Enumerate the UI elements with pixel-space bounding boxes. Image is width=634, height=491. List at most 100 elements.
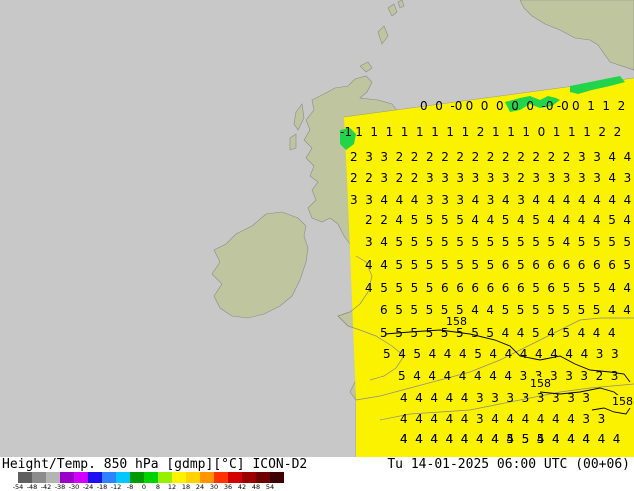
temp-value: 6 [441, 281, 449, 295]
temp-value: 3 [611, 347, 619, 361]
temp-value: 3 [562, 171, 571, 185]
temp-value: 4 [489, 347, 498, 361]
temp-value: 2 [476, 125, 485, 139]
temp-value: 5 [593, 281, 601, 295]
temp-value: 4 [471, 213, 480, 227]
temp-value: 4 [623, 150, 632, 164]
color-swatch [228, 472, 242, 483]
temp-value: 4 [415, 412, 423, 426]
temp-value: 4 [400, 391, 408, 405]
temp-value: 5 [410, 326, 419, 340]
temp-value: 4 [519, 347, 528, 361]
color-swatch [214, 472, 228, 483]
temp-value: 1 [492, 125, 500, 139]
temp-value: 5 [410, 235, 419, 249]
temp-value: 3 [380, 171, 389, 185]
temp-value: 2 [426, 150, 434, 164]
color-swatch [186, 472, 200, 483]
temp-value: 3 [567, 391, 575, 405]
temp-value: -1 [340, 125, 352, 139]
temp-value: 4 [536, 412, 545, 426]
temp-value: 5 [623, 258, 632, 272]
temp-value: 5 [395, 326, 403, 340]
temp-value: 3 [582, 391, 591, 405]
temp-value: 2 [471, 150, 480, 164]
temp-value: 3 [350, 193, 358, 207]
temp-value: 5 [474, 347, 482, 361]
temp-value: 2 [517, 171, 525, 185]
temp-value: 2 [613, 125, 622, 139]
temp-value: 5 [608, 235, 616, 249]
temp-value: 5 [380, 281, 388, 295]
temp-value: 3 [486, 171, 495, 185]
temp-value: 4 [608, 326, 616, 340]
temp-value: 5 [532, 326, 540, 340]
temp-value: 5 [425, 281, 434, 295]
temp-value: 5 [471, 258, 480, 272]
temp-value: 1 [385, 125, 394, 139]
temp-value: 2 [410, 171, 419, 185]
color-swatch [172, 472, 186, 483]
temp-value: 6 [593, 258, 601, 272]
temp-value: 6 [547, 281, 556, 295]
temp-value: 4 [577, 326, 586, 340]
temp-value: 4 [597, 432, 606, 446]
temp-value: 5 [471, 326, 479, 340]
temp-value: 4 [565, 347, 574, 361]
temp-value: 2 [395, 171, 404, 185]
temp-value: 2 [617, 99, 626, 113]
temp-value: 4 [582, 432, 591, 446]
temp-value: 2 [410, 150, 419, 164]
temp-value: 5 [532, 281, 540, 295]
temp-value: 1 [461, 125, 470, 139]
temp-value: 1 [587, 99, 595, 113]
temp-value: 5 [562, 326, 571, 340]
temp-value: 5 [410, 303, 419, 317]
temp-value: 2 [547, 150, 556, 164]
temp-value: 3 [521, 391, 530, 405]
temp-value: 4 [443, 369, 452, 383]
temp-value: 4 [365, 281, 373, 295]
temp-value: 5 [486, 235, 495, 249]
temp-value: 3 [578, 171, 586, 185]
temp-value: 5 [532, 235, 540, 249]
temp-value: 4 [562, 193, 571, 207]
temp-value: 5 [623, 235, 632, 249]
temp-value: 4 [430, 432, 439, 446]
temp-value: 3 [595, 347, 604, 361]
temp-value: 4 [516, 326, 525, 340]
temp-value: 4 [623, 213, 632, 227]
color-swatch [116, 472, 130, 483]
temp-value: 4 [567, 412, 575, 426]
temp-value: 5 [516, 303, 525, 317]
temp-value: 5 [441, 235, 449, 249]
temp-value: 6 [501, 258, 510, 272]
temp-value: 2 [395, 150, 404, 164]
temp-value: 5 [456, 326, 464, 340]
temp-value: 5 [425, 303, 434, 317]
temp-value: 6 [380, 303, 388, 317]
temp-value: 5 [456, 235, 464, 249]
temp-value: 3 [486, 193, 495, 207]
temp-value: 4 [502, 193, 510, 207]
contour-label: 158 [612, 395, 633, 408]
color-swatch [270, 472, 284, 483]
temp-value: 1 [400, 125, 409, 139]
value-grid: 0 0 -0 0 0 0 0 0 -0 -0 0 1 1 2 -1 1 1 1 1 1 1 1 1 2 1 1 1 0 1 1 1 2 2 2 3 3… [0, 0, 634, 457]
temp-value: 3 [456, 193, 465, 207]
temp-value: 4 [430, 412, 439, 426]
temp-value: 3 [476, 391, 484, 405]
temp-value: 4 [552, 432, 560, 446]
color-swatch [242, 472, 256, 483]
temp-value: 6 [547, 258, 556, 272]
temp-value: 5 [521, 432, 530, 446]
temp-value: 4 [504, 347, 513, 361]
color-swatch [32, 472, 46, 483]
temp-value: 4 [471, 303, 479, 317]
temp-value: 4 [506, 412, 515, 426]
temp-value: 6 [517, 281, 525, 295]
temp-value: 1 [522, 125, 531, 139]
temp-value: 4 [612, 432, 621, 446]
temp-value: 6 [608, 258, 616, 272]
temp-value: 4 [608, 303, 616, 317]
